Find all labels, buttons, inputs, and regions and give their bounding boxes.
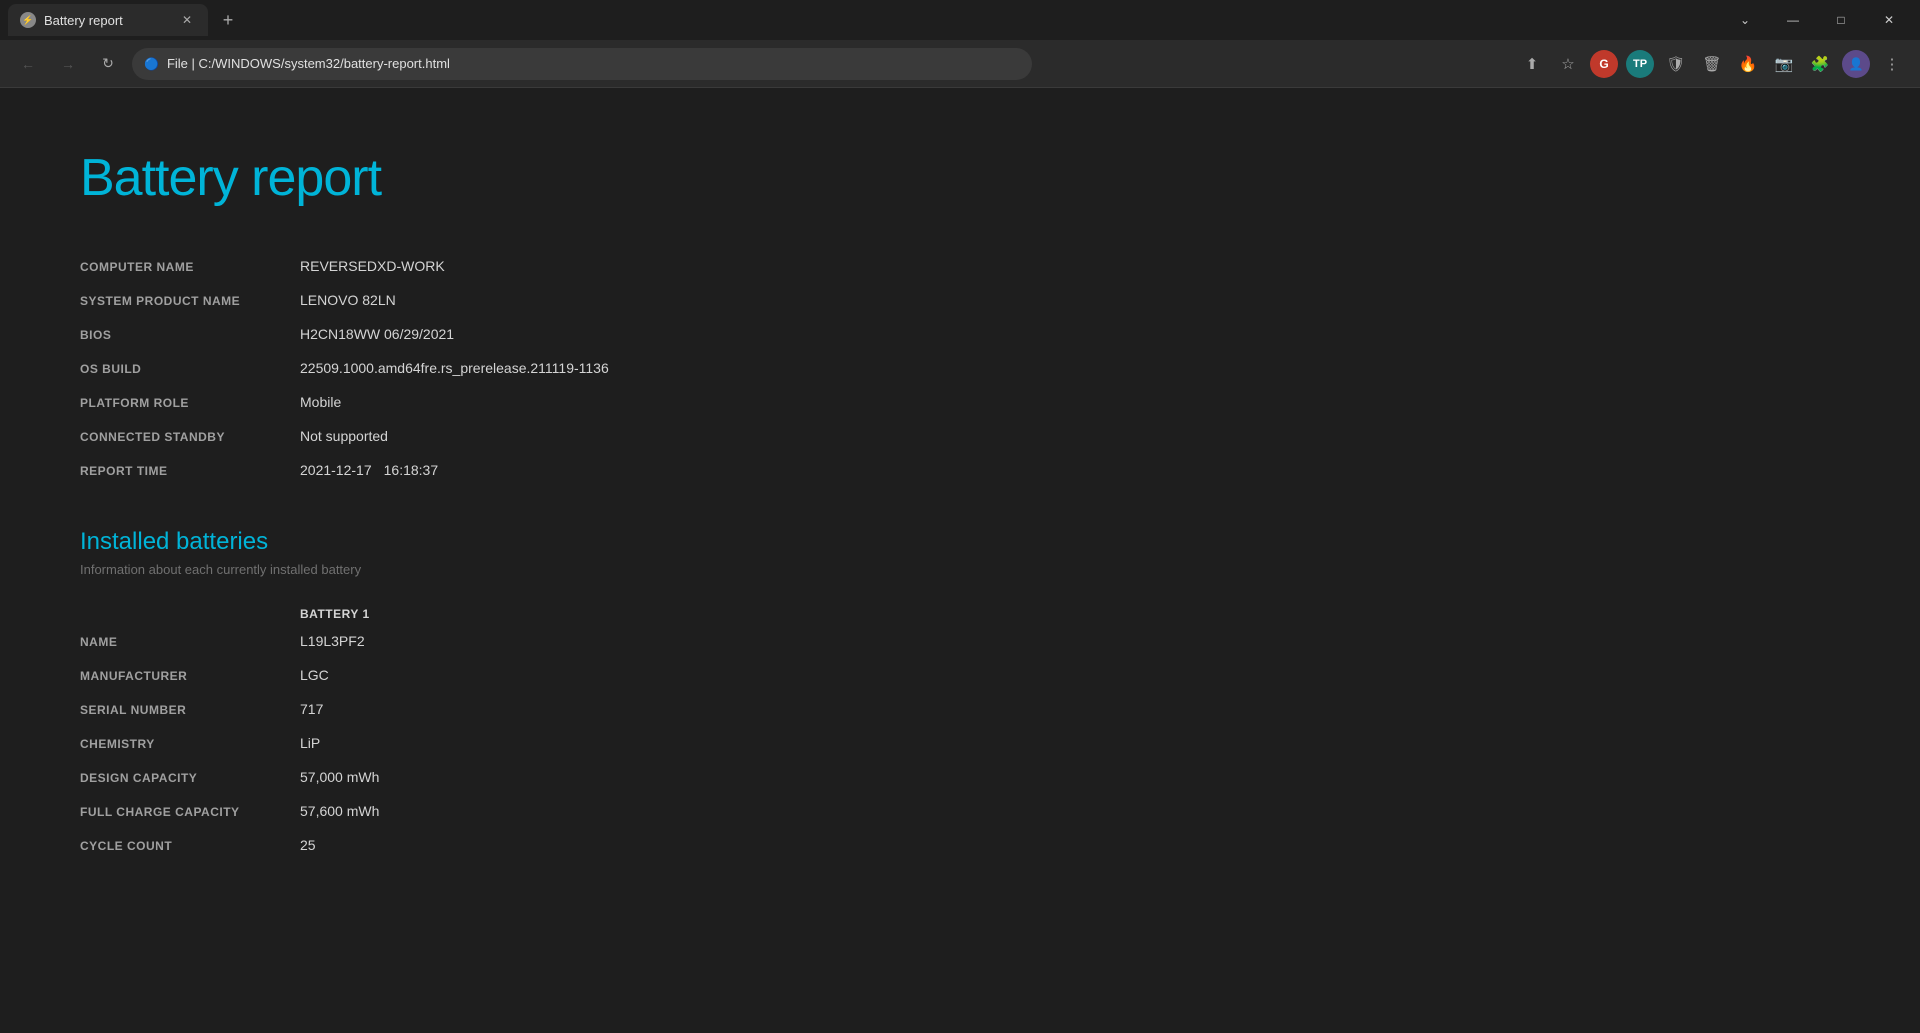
extensions-icon[interactable]: 🧩	[1804, 48, 1836, 80]
active-tab[interactable]: ⚡ Battery report ✕	[8, 4, 208, 36]
tp-badge: TP	[1626, 50, 1654, 78]
battery-row-manufacturer: MANUFACTURER LGC	[80, 667, 1840, 683]
nav-bar: ← → ↻ 🔵 File | C:/WINDOWS/system32/batte…	[0, 40, 1920, 88]
refresh-button[interactable]: ↻	[92, 48, 124, 80]
report-time-value: 16:18:37	[384, 462, 439, 478]
label-os-build: OS BUILD	[80, 362, 300, 376]
forward-button[interactable]: →	[52, 48, 84, 80]
info-row-connected-standby: CONNECTED STANDBY Not supported	[80, 428, 1840, 444]
minimize-button[interactable]: —	[1770, 0, 1816, 40]
battery-value-full-charge: 57,600 mWh	[300, 803, 379, 819]
flame-icon[interactable]: 🔥	[1732, 48, 1764, 80]
battery-header-row: BATTERY 1	[80, 607, 1840, 621]
window-controls: ⌄ — □ ✕	[1722, 0, 1912, 40]
label-report-time: REPORT TIME	[80, 464, 300, 478]
label-platform-role: PLATFORM ROLE	[80, 396, 300, 410]
back-button[interactable]: ←	[12, 48, 44, 80]
batteries-section-title: Installed batteries	[80, 528, 1840, 556]
browser-chrome: ⚡ Battery report ✕ + ⌄ — □ ✕ ← → ↻ 🔵 Fil…	[0, 0, 1920, 88]
battery-value-serial: 717	[300, 701, 323, 717]
page-title: Battery report	[80, 148, 1840, 208]
battery-label-serial: SERIAL NUMBER	[80, 703, 300, 717]
info-row-product-name: SYSTEM PRODUCT NAME LENOVO 82LN	[80, 292, 1840, 308]
extension-red-icon[interactable]: G	[1588, 48, 1620, 80]
batteries-section-subtitle: Information about each currently install…	[80, 562, 1840, 577]
label-computer-name: COMPUTER NAME	[80, 260, 300, 274]
battery-value-manufacturer: LGC	[300, 667, 329, 683]
address-scheme: File	[167, 56, 188, 71]
battery-row-cycle-count: CYCLE COUNT 25	[80, 837, 1840, 853]
value-report-time: 2021-12-17 16:18:37	[300, 462, 438, 478]
profile-button[interactable]: 👤	[1840, 48, 1872, 80]
tab-title: Battery report	[44, 13, 170, 28]
more-menu-button[interactable]: ⋮	[1876, 48, 1908, 80]
installed-batteries-section: Installed batteries Information about ea…	[80, 528, 1840, 853]
toolbar-icons: ⬆ ☆ G TP 🛡 🗑 🔥 📷 🧩 👤 ⋮	[1516, 48, 1908, 80]
tab-bar: ⚡ Battery report ✕ + ⌄ — □ ✕	[0, 0, 1920, 40]
value-os-build: 22509.1000.amd64fre.rs_prerelease.211119…	[300, 360, 609, 376]
battery-label-full-charge: FULL CHARGE CAPACITY	[80, 805, 300, 819]
address-text: File | C:/WINDOWS/system32/battery-repor…	[167, 56, 1020, 71]
shield-icon[interactable]: 🛡	[1660, 48, 1692, 80]
tab-favicon: ⚡	[20, 12, 36, 28]
close-button[interactable]: ✕	[1866, 0, 1912, 40]
battery-table: BATTERY 1 NAME L19L3PF2 MANUFACTURER LGC…	[80, 607, 1840, 853]
label-connected-standby: CONNECTED STANDBY	[80, 430, 300, 444]
value-platform-role: Mobile	[300, 394, 341, 410]
value-connected-standby: Not supported	[300, 428, 388, 444]
info-row-os-build: OS BUILD 22509.1000.amd64fre.rs_prerelea…	[80, 360, 1840, 376]
report-date: 2021-12-17	[300, 462, 372, 478]
battery-value-chemistry: LiP	[300, 735, 320, 751]
maximize-button[interactable]: □	[1818, 0, 1864, 40]
info-row-computer-name: COMPUTER NAME REVERSEDXD-WORK	[80, 258, 1840, 274]
system-info-table: COMPUTER NAME REVERSEDXD-WORK SYSTEM PRO…	[80, 258, 1840, 478]
info-row-report-time: REPORT TIME 2021-12-17 16:18:37	[80, 462, 1840, 478]
battery-label-chemistry: CHEMISTRY	[80, 737, 300, 751]
battery-label-name: NAME	[80, 635, 300, 649]
address-separator: |	[192, 56, 199, 71]
value-computer-name: REVERSEDXD-WORK	[300, 258, 445, 274]
battery-value-design-capacity: 57,000 mWh	[300, 769, 379, 785]
battery-value-name: L19L3PF2	[300, 633, 365, 649]
label-bios: BIOS	[80, 328, 300, 342]
address-scheme-icon: 🔵	[144, 57, 159, 71]
page-content: Battery report COMPUTER NAME REVERSEDXD-…	[0, 88, 1920, 1033]
address-path: C:/WINDOWS/system32/battery-report.html	[199, 56, 450, 71]
battery-row-serial: SERIAL NUMBER 717	[80, 701, 1840, 717]
tab-close-button[interactable]: ✕	[178, 11, 196, 29]
battery-row-full-charge: FULL CHARGE CAPACITY 57,600 mWh	[80, 803, 1840, 819]
favorites-icon[interactable]: ☆	[1552, 48, 1584, 80]
avatar: 👤	[1842, 50, 1870, 78]
battery-label-design-capacity: DESIGN CAPACITY	[80, 771, 300, 785]
tab-search-button[interactable]: ⌄	[1722, 0, 1768, 40]
camera-icon[interactable]: 📷	[1768, 48, 1800, 80]
battery-column-header: BATTERY 1	[300, 607, 370, 621]
share-icon[interactable]: ⬆	[1516, 48, 1548, 80]
info-row-platform-role: PLATFORM ROLE Mobile	[80, 394, 1840, 410]
battery-row-design-capacity: DESIGN CAPACITY 57,000 mWh	[80, 769, 1840, 785]
address-bar[interactable]: 🔵 File | C:/WINDOWS/system32/battery-rep…	[132, 48, 1032, 80]
battery-value-cycle-count: 25	[300, 837, 316, 853]
delete-icon[interactable]: 🗑	[1696, 48, 1728, 80]
value-bios: H2CN18WW 06/29/2021	[300, 326, 454, 342]
battery-row-chemistry: CHEMISTRY LiP	[80, 735, 1840, 751]
info-row-bios: BIOS H2CN18WW 06/29/2021	[80, 326, 1840, 342]
new-tab-button[interactable]: +	[212, 4, 244, 36]
value-product-name: LENOVO 82LN	[300, 292, 396, 308]
battery-label-manufacturer: MANUFACTURER	[80, 669, 300, 683]
label-product-name: SYSTEM PRODUCT NAME	[80, 294, 300, 308]
extension-tp-icon[interactable]: TP	[1624, 48, 1656, 80]
red-badge: G	[1590, 50, 1618, 78]
battery-row-name: NAME L19L3PF2	[80, 633, 1840, 649]
battery-label-cycle-count: CYCLE COUNT	[80, 839, 300, 853]
battery-label-spacer	[80, 607, 300, 621]
